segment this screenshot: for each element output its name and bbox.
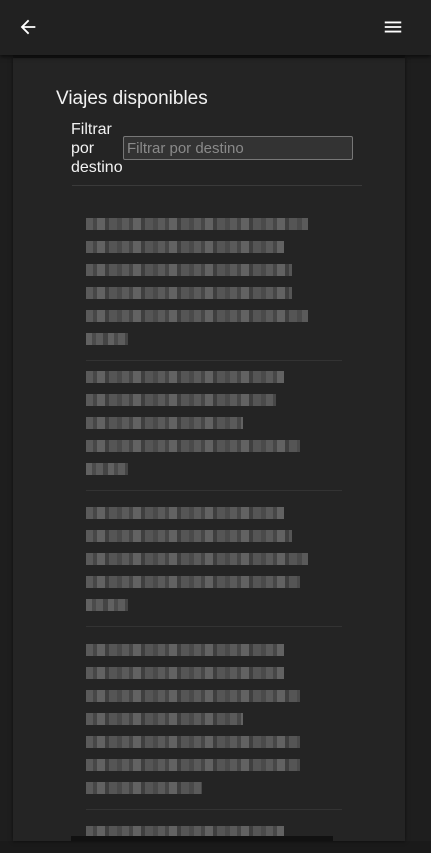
trip-text-line: ▇▇▇▇▇▇▇▇▇▇▇▇▇▇▇ [86,690,300,702]
bottom-bar [71,836,333,841]
trip-text-line: ▇▇▇▇▇▇▇▇▇▇▇▇▇▇▇ [86,530,292,542]
background-left [0,55,13,841]
trip-text-line: ▇▇▇▇▇▇▇▇▇▇▇▇▇▇▇ [86,553,308,565]
trip-text-line: ▇▇▇▇▇▇▇▇▇▇▇ [86,713,243,725]
hamburger-menu-icon [384,21,402,33]
trip-card[interactable]: ▇▇▇▇▇▇▇▇▇▇▇▇▇▇▇▇▇▇▇▇▇▇▇▇▇▇▇▇▇▇▇▇▇▇▇▇▇▇▇▇… [86,644,342,810]
trip-text-line: ▇▇▇▇▇▇▇▇ [86,782,202,794]
trip-text-line: ▇▇▇▇▇▇▇▇▇▇▇▇▇▇ [86,644,284,656]
trip-card[interactable]: ▇▇▇▇▇▇▇▇▇▇▇▇▇▇▇▇▇▇▇▇▇▇▇▇▇▇▇▇▇▇▇▇▇▇▇▇▇▇▇▇… [86,218,342,361]
app-bar [0,0,431,55]
trip-text-line: ▇▇▇▇▇▇▇▇▇▇▇ [86,417,243,429]
divider [72,185,362,186]
trip-text-line: ▇▇▇▇▇▇▇▇▇▇▇▇▇▇ [86,507,284,519]
menu-button[interactable] [381,15,405,39]
trip-text-line: ▇▇▇▇▇▇▇▇▇▇▇▇▇▇▇▇ [86,310,308,322]
trip-text-line: ▇▇▇▇▇▇▇▇▇▇▇▇▇▇ [86,371,284,383]
trip-text-line: ▇▇▇ [86,333,128,345]
content-panel: Viajes disponibles Filtrar por destino ▇… [13,58,405,841]
trip-text-line: ▇▇▇▇▇▇▇▇▇▇▇▇▇▇▇ [86,736,300,748]
page-title: Viajes disponibles [56,88,208,109]
trip-text-line: ▇▇▇▇▇▇▇▇▇▇▇▇▇▇ [86,241,284,253]
trip-text-line: ▇▇▇ [86,599,128,611]
filter-label: Filtrar por destino [71,121,123,176]
background-right [405,55,431,841]
trip-card[interactable]: ▇▇▇▇▇▇▇▇▇▇▇▇▇▇▇▇▇▇▇▇▇▇▇▇▇▇▇▇▇▇▇▇▇▇▇▇▇▇▇▇… [86,507,342,627]
arrow-left-icon [20,19,36,35]
trip-text-line: ▇▇▇▇▇▇▇▇▇▇▇▇▇▇ [86,667,284,679]
trip-text-line: ▇▇▇▇▇▇▇▇▇▇▇▇▇▇▇ [86,576,300,588]
trip-text-line: ▇▇▇▇▇▇▇▇▇▇▇▇▇▇▇ [86,287,292,299]
trip-card[interactable]: ▇▇▇▇▇▇▇▇▇▇▇▇▇▇▇▇▇▇▇▇▇▇▇▇▇▇▇▇▇▇▇▇▇▇▇▇▇▇▇▇… [86,371,342,491]
trip-text-line: ▇▇▇ [86,463,128,475]
trip-text-line: ▇▇▇▇▇▇▇▇▇▇▇▇▇▇▇▇ [86,218,308,230]
back-button[interactable] [14,13,42,41]
trip-text-line: ▇▇▇▇▇▇▇▇▇▇▇▇▇▇▇ [86,264,292,276]
trip-text-line: ▇▇▇▇▇▇▇▇▇▇▇▇▇▇▇ [86,759,300,771]
trip-text-line: ▇▇▇▇▇▇▇▇▇▇▇▇▇▇▇ [86,440,300,452]
destination-filter-input[interactable] [123,136,353,160]
trip-text-line: ▇▇▇▇▇▇▇▇▇▇▇▇▇▇ [86,394,276,406]
